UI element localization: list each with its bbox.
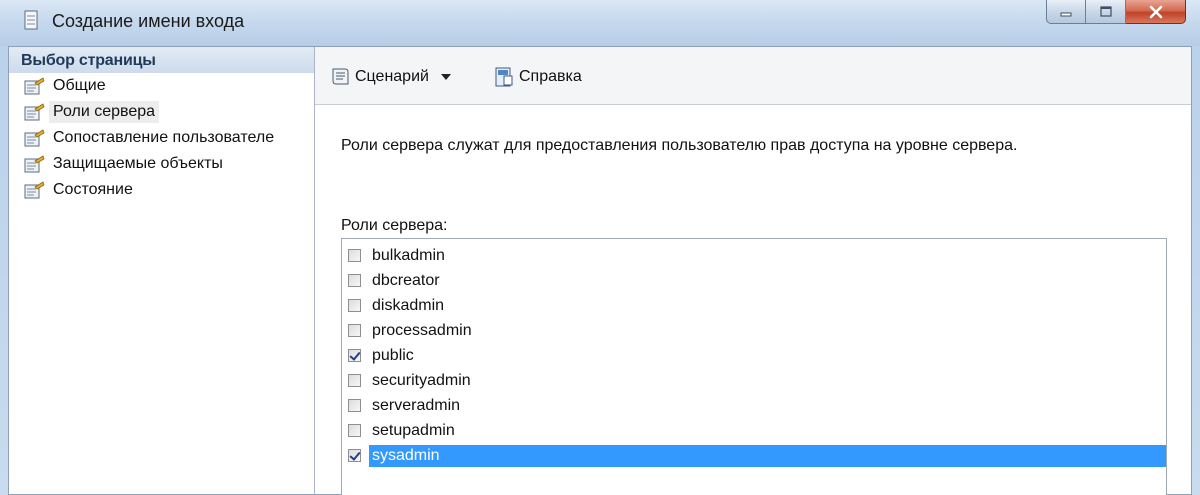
role-item[interactable]: securityadmin (342, 368, 1166, 393)
role-item[interactable]: sysadmin (342, 443, 1166, 468)
page-properties-icon (24, 77, 45, 95)
minimize-icon (1060, 12, 1072, 16)
page-properties-icon (24, 129, 45, 147)
script-button-label: Сценарий (355, 68, 429, 85)
role-label: public (372, 346, 414, 364)
page-item[interactable]: Состояние (9, 177, 314, 203)
help-button-label: Справка (519, 68, 582, 85)
page-item-label: Общие (53, 77, 106, 94)
title-bar[interactable]: Создание имени входа (0, 0, 1200, 46)
page-selector-header: Выбор страницы (9, 47, 314, 73)
toolbar: Сценарий Справка (315, 47, 1191, 105)
content-pane: Сценарий Справка Роли сервера служат для… (315, 47, 1191, 495)
window-title: Создание имени входа (52, 11, 245, 31)
page-item-label: Сопоставление пользователе (53, 129, 275, 146)
role-checkbox[interactable] (348, 399, 361, 412)
page-item[interactable]: Защищаемые объекты (9, 151, 314, 177)
page-item[interactable]: Общие (9, 73, 314, 99)
role-label: securityadmin (372, 371, 471, 389)
role-checkbox[interactable] (348, 449, 361, 462)
minimize-button[interactable] (1046, 0, 1086, 24)
role-item[interactable]: diskadmin (342, 293, 1166, 318)
role-checkbox[interactable] (348, 299, 361, 312)
login-create-window: Создание имени входа Выбор страницы Общи… (0, 0, 1200, 495)
role-item[interactable]: processadmin (342, 318, 1166, 343)
roles-description: Роли сервера служат для предоставления п… (341, 137, 1018, 154)
page-item-label: Защищаемые объекты (53, 155, 223, 172)
role-label: bulkadmin (372, 246, 445, 264)
page-properties-icon (24, 103, 45, 121)
page-properties-icon (24, 155, 45, 173)
role-checkbox[interactable] (348, 349, 361, 362)
role-checkbox[interactable] (348, 274, 361, 287)
help-icon (495, 67, 513, 87)
roles-list-label: Роли сервера: (341, 217, 448, 234)
server-roles-list[interactable]: bulkadmin dbcreator diskadmin processadmin p… (341, 238, 1167, 495)
role-item[interactable]: public (342, 343, 1166, 368)
role-item[interactable]: setupadmin (342, 418, 1166, 443)
window-controls (1046, 0, 1186, 26)
maximize-button[interactable] (1086, 0, 1126, 24)
role-checkbox[interactable] (348, 249, 361, 262)
maximize-icon (1099, 5, 1112, 17)
role-label: sysadmin (369, 444, 1166, 467)
role-item[interactable]: dbcreator (342, 268, 1166, 293)
page-selector-pane: Выбор страницы Общие Роли сервера Сопостав… (9, 47, 315, 495)
role-item[interactable]: serveradmin (342, 393, 1166, 418)
page-item-label: Состояние (53, 181, 133, 198)
role-label: processadmin (372, 321, 472, 339)
help-button[interactable]: Справка (493, 63, 582, 91)
close-button[interactable] (1126, 0, 1186, 24)
role-label: setupadmin (372, 421, 455, 439)
document-icon (24, 10, 38, 30)
role-checkbox[interactable] (348, 424, 361, 437)
role-label: dbcreator (372, 271, 440, 289)
page-item[interactable]: Сопоставление пользователе (9, 125, 314, 151)
close-icon (1149, 5, 1162, 18)
role-label: serveradmin (372, 396, 461, 414)
page-item-label: Роли сервера (49, 101, 160, 123)
role-checkbox[interactable] (348, 324, 361, 337)
role-item[interactable]: bulkadmin (342, 243, 1166, 268)
page-item[interactable]: Роли сервера (9, 99, 314, 125)
role-label: diskadmin (372, 296, 445, 314)
script-button[interactable]: Сценарий (329, 63, 451, 91)
chevron-down-icon[interactable] (440, 74, 451, 80)
role-checkbox[interactable] (348, 374, 361, 387)
script-icon (332, 68, 349, 85)
dialog-client-area: Выбор страницы Общие Роли сервера Сопостав… (8, 46, 1192, 495)
page-properties-icon (24, 181, 45, 199)
page-list: Общие Роли сервера Сопоставление пользоват… (9, 73, 314, 203)
